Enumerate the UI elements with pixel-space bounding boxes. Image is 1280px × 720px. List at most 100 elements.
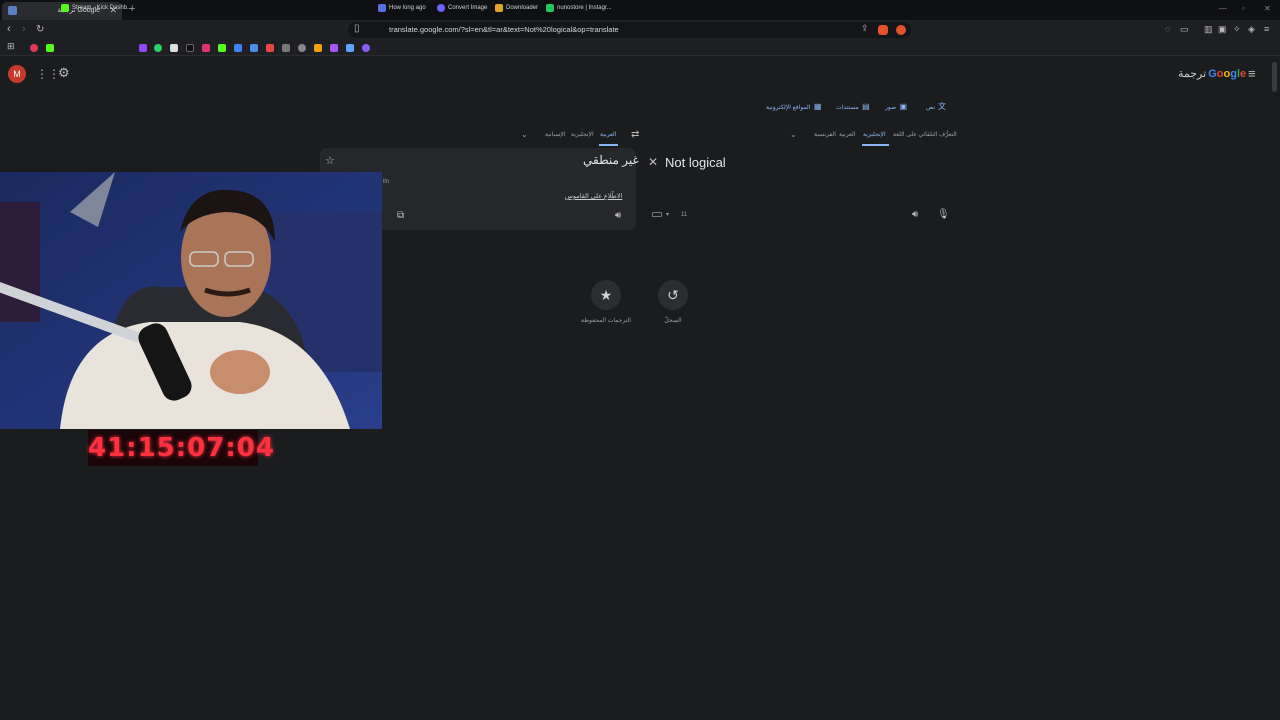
avatar[interactable]: M <box>8 65 26 83</box>
tab-text[interactable]: 文 نص <box>926 101 946 113</box>
bookmark-icon-5[interactable] <box>282 44 290 52</box>
apps-grid-icon[interactable]: ⊞ <box>7 41 15 51</box>
character-count: 11 <box>681 212 688 218</box>
bookmark-convert-image[interactable]: Convert Image <box>437 3 487 13</box>
source-lang-french[interactable]: الفرنسية <box>814 131 836 138</box>
bookmark-how-long-ago[interactable]: How long ago <box>378 3 426 13</box>
brave-rewards-icon[interactable] <box>896 25 906 35</box>
bookmark-downloader[interactable]: Downloader <box>495 3 538 13</box>
bookmark-favicon-icon <box>495 4 503 12</box>
bookmark-icon-3[interactable] <box>250 44 258 52</box>
instagram-icon[interactable] <box>202 44 210 52</box>
share-icon[interactable]: ⇪ <box>861 23 869 34</box>
tab-websites-label: المواقع الإلكترونية <box>766 104 811 111</box>
bookmark-icon-2[interactable] <box>234 44 242 52</box>
source-lang-english[interactable]: الإنجليزية <box>863 131 886 138</box>
webcam-overlay <box>0 172 382 429</box>
copy-icon[interactable]: ⧉ <box>397 210 404 221</box>
bookmark-label: nunostore | Instagr... <box>557 5 612 11</box>
webcam-image <box>0 172 382 429</box>
bookmark-nunostore[interactable]: nunostore | Instagr... <box>546 3 612 13</box>
source-lang-detect[interactable]: التعرُّف التلقائي على اللغة <box>893 131 957 138</box>
kick-icon[interactable] <box>46 44 54 52</box>
bookmark-icon-6[interactable] <box>314 44 322 52</box>
url-text[interactable]: translate.google.com/?sl=en&tl=ar&text=N… <box>389 25 619 34</box>
tab-images-label: صور <box>885 104 897 111</box>
back-icon[interactable]: ‹ <box>7 23 11 35</box>
bookmark-label: Convert Image <box>448 5 488 11</box>
target-lang-arabic[interactable]: العربية <box>600 131 616 138</box>
microphone-icon[interactable]: 🎙︎ <box>937 209 950 220</box>
menu-more-icon[interactable]: ≡ <box>1264 24 1269 34</box>
sidebar-icon[interactable]: ▥ <box>1204 24 1213 35</box>
swap-languages-icon[interactable]: ⇄ <box>631 129 639 140</box>
twitch-icon[interactable] <box>139 44 147 52</box>
window-close-icon[interactable]: ✕ <box>1264 4 1271 13</box>
tab-documents-label: مستندات <box>836 104 859 111</box>
chat-icon[interactable]: ◌ <box>1165 24 1170 34</box>
x-icon[interactable] <box>170 44 178 52</box>
source-lang-indicator <box>862 144 889 146</box>
website-icon: ▦ <box>813 102 822 111</box>
tab-text-label: نص <box>926 104 936 111</box>
google-apps-icon[interactable]: ⋮⋮ <box>36 67 60 81</box>
bookmark-icon-1[interactable] <box>30 44 38 52</box>
wallet-icon[interactable]: ▭ <box>1180 24 1189 35</box>
keyboard-icon[interactable] <box>652 212 662 217</box>
translation-speaker-icon[interactable]: 🔊︎ <box>615 210 621 221</box>
source-more-languages-icon[interactable]: ⌄ <box>790 130 797 139</box>
bookmark-icon-8[interactable] <box>346 44 354 52</box>
save-translation-star-icon[interactable]: ☆ <box>325 154 335 167</box>
translate-text-icon: 文 <box>938 102 947 111</box>
target-lang-indicator <box>599 144 618 146</box>
gear-icon[interactable]: ⚙ <box>58 65 70 81</box>
history-label: السجلّ <box>664 318 682 324</box>
logo-google: Google <box>1208 68 1247 80</box>
whatsapp-icon[interactable] <box>154 44 162 52</box>
google-translate-logo[interactable]: ترجمة Google <box>1178 67 1246 80</box>
minimize-icon[interactable]: — <box>1219 4 1227 13</box>
target-lang-spanish[interactable]: الإسبانية <box>545 131 565 138</box>
bookmark-label: Stream - Kick Dashb... <box>72 5 133 11</box>
browser-toolbar: ‹ › ↻ ▯ translate.google.com/?sl=en&tl=a… <box>0 20 1280 40</box>
bookmark-icon-4[interactable] <box>266 44 274 52</box>
source-speaker-icon[interactable]: 🔊︎ <box>912 209 918 220</box>
translate-header: M ⋮⋮ ⚙ ترجمة Google ≡ <box>0 57 1280 91</box>
tab-websites[interactable]: ▦ المواقع الإلكترونية <box>766 101 821 113</box>
leo-icon[interactable]: ✧ <box>1233 24 1241 35</box>
page-scrollbar[interactable] <box>1272 62 1277 92</box>
dictionary-link[interactable]: الاطّلاع على القاموس <box>565 192 622 200</box>
history-button[interactable]: ↺ <box>658 280 688 310</box>
bookmark-icon-7[interactable] <box>330 44 338 52</box>
bookmark-favicon-icon <box>378 4 386 12</box>
hamburger-menu-icon[interactable]: ≡ <box>1248 66 1256 81</box>
vpn-icon[interactable]: ◈ <box>1248 24 1255 35</box>
clear-text-icon[interactable]: ✕ <box>648 155 658 169</box>
source-lang-arabic[interactable]: العربية <box>839 131 855 138</box>
transliteration-fragment: lln <box>383 179 390 185</box>
address-bar[interactable]: ▯ translate.google.com/?sl=en&tl=ar&text… <box>348 22 911 38</box>
history-icon: ↺ <box>667 287 679 303</box>
bookmark-kick[interactable]: Stream - Kick Dashb... <box>61 3 132 13</box>
maximize-icon[interactable]: ▫ <box>1242 4 1245 13</box>
screen: Google ترجمة ✕ + — ▫ ✕ ‹ › ↻ ▯ translate… <box>0 0 1280 720</box>
forward-icon[interactable]: › <box>22 23 26 35</box>
saved-button[interactable]: ★ <box>591 280 621 310</box>
extensions-icon[interactable]: ▣ <box>1218 24 1227 35</box>
source-text-input[interactable]: Not logical <box>665 155 726 170</box>
tab-documents[interactable]: ▤ مستندات <box>836 101 870 113</box>
github-icon[interactable] <box>298 44 306 52</box>
stream-timer: 41:15:07:04 <box>88 430 274 466</box>
target-more-languages-icon[interactable]: ⌄ <box>521 130 528 139</box>
bookmark-icon-9[interactable] <box>362 44 370 52</box>
logo-suffix: ترجمة <box>1178 68 1207 80</box>
target-lang-english[interactable]: الإنجليزية <box>571 131 594 138</box>
reload-icon[interactable]: ↻ <box>36 24 44 35</box>
tab-images[interactable]: ▣ صور <box>885 101 907 113</box>
saved-label: الترجمات المحفوظة <box>581 318 631 324</box>
bookmark-icon[interactable]: ▯ <box>354 23 360 34</box>
brave-shields-icon[interactable] <box>878 25 888 35</box>
kick-icon-2[interactable] <box>218 44 226 52</box>
tiktok-icon[interactable] <box>186 44 194 52</box>
keyboard-chevron-icon[interactable]: ▾ <box>666 211 669 218</box>
